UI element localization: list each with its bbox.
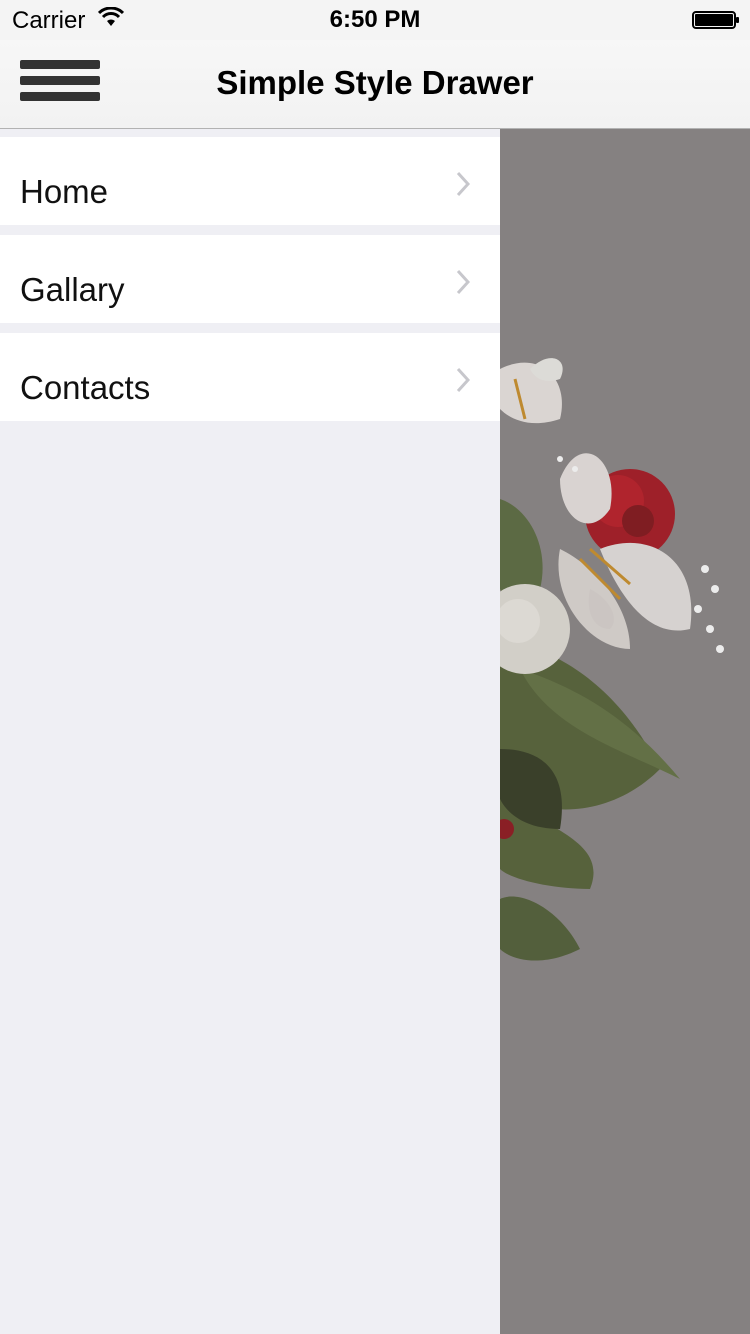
battery-icon	[692, 11, 739, 29]
status-time: 6:50 PM	[329, 6, 421, 33]
drawer-item-gallary[interactable]: Gallary	[0, 235, 500, 323]
main-content-overlay[interactable]	[500, 129, 750, 1334]
page-title: Simple Style Drawer	[216, 64, 534, 101]
flower-bouquet-image	[500, 358, 724, 961]
drawer-item-label: Gallary	[20, 271, 125, 308]
drawer-item-label: Home	[20, 173, 109, 210]
status-bar: Carrier 6:50 PM	[0, 0, 750, 40]
drawer-item-label: Contacts	[20, 369, 151, 406]
navigation-bar: Simple Style Drawer	[0, 40, 750, 129]
drawer-item-contacts[interactable]: Contacts	[0, 333, 500, 421]
drawer-menu-list: Home Gallary Contacts	[0, 137, 500, 431]
side-drawer: Home Gallary Contacts	[0, 129, 500, 1334]
chevron-right-icon	[456, 367, 470, 393]
chevron-right-icon	[456, 171, 470, 197]
chevron-right-icon	[456, 269, 470, 295]
drawer-item-home[interactable]: Home	[0, 137, 500, 225]
